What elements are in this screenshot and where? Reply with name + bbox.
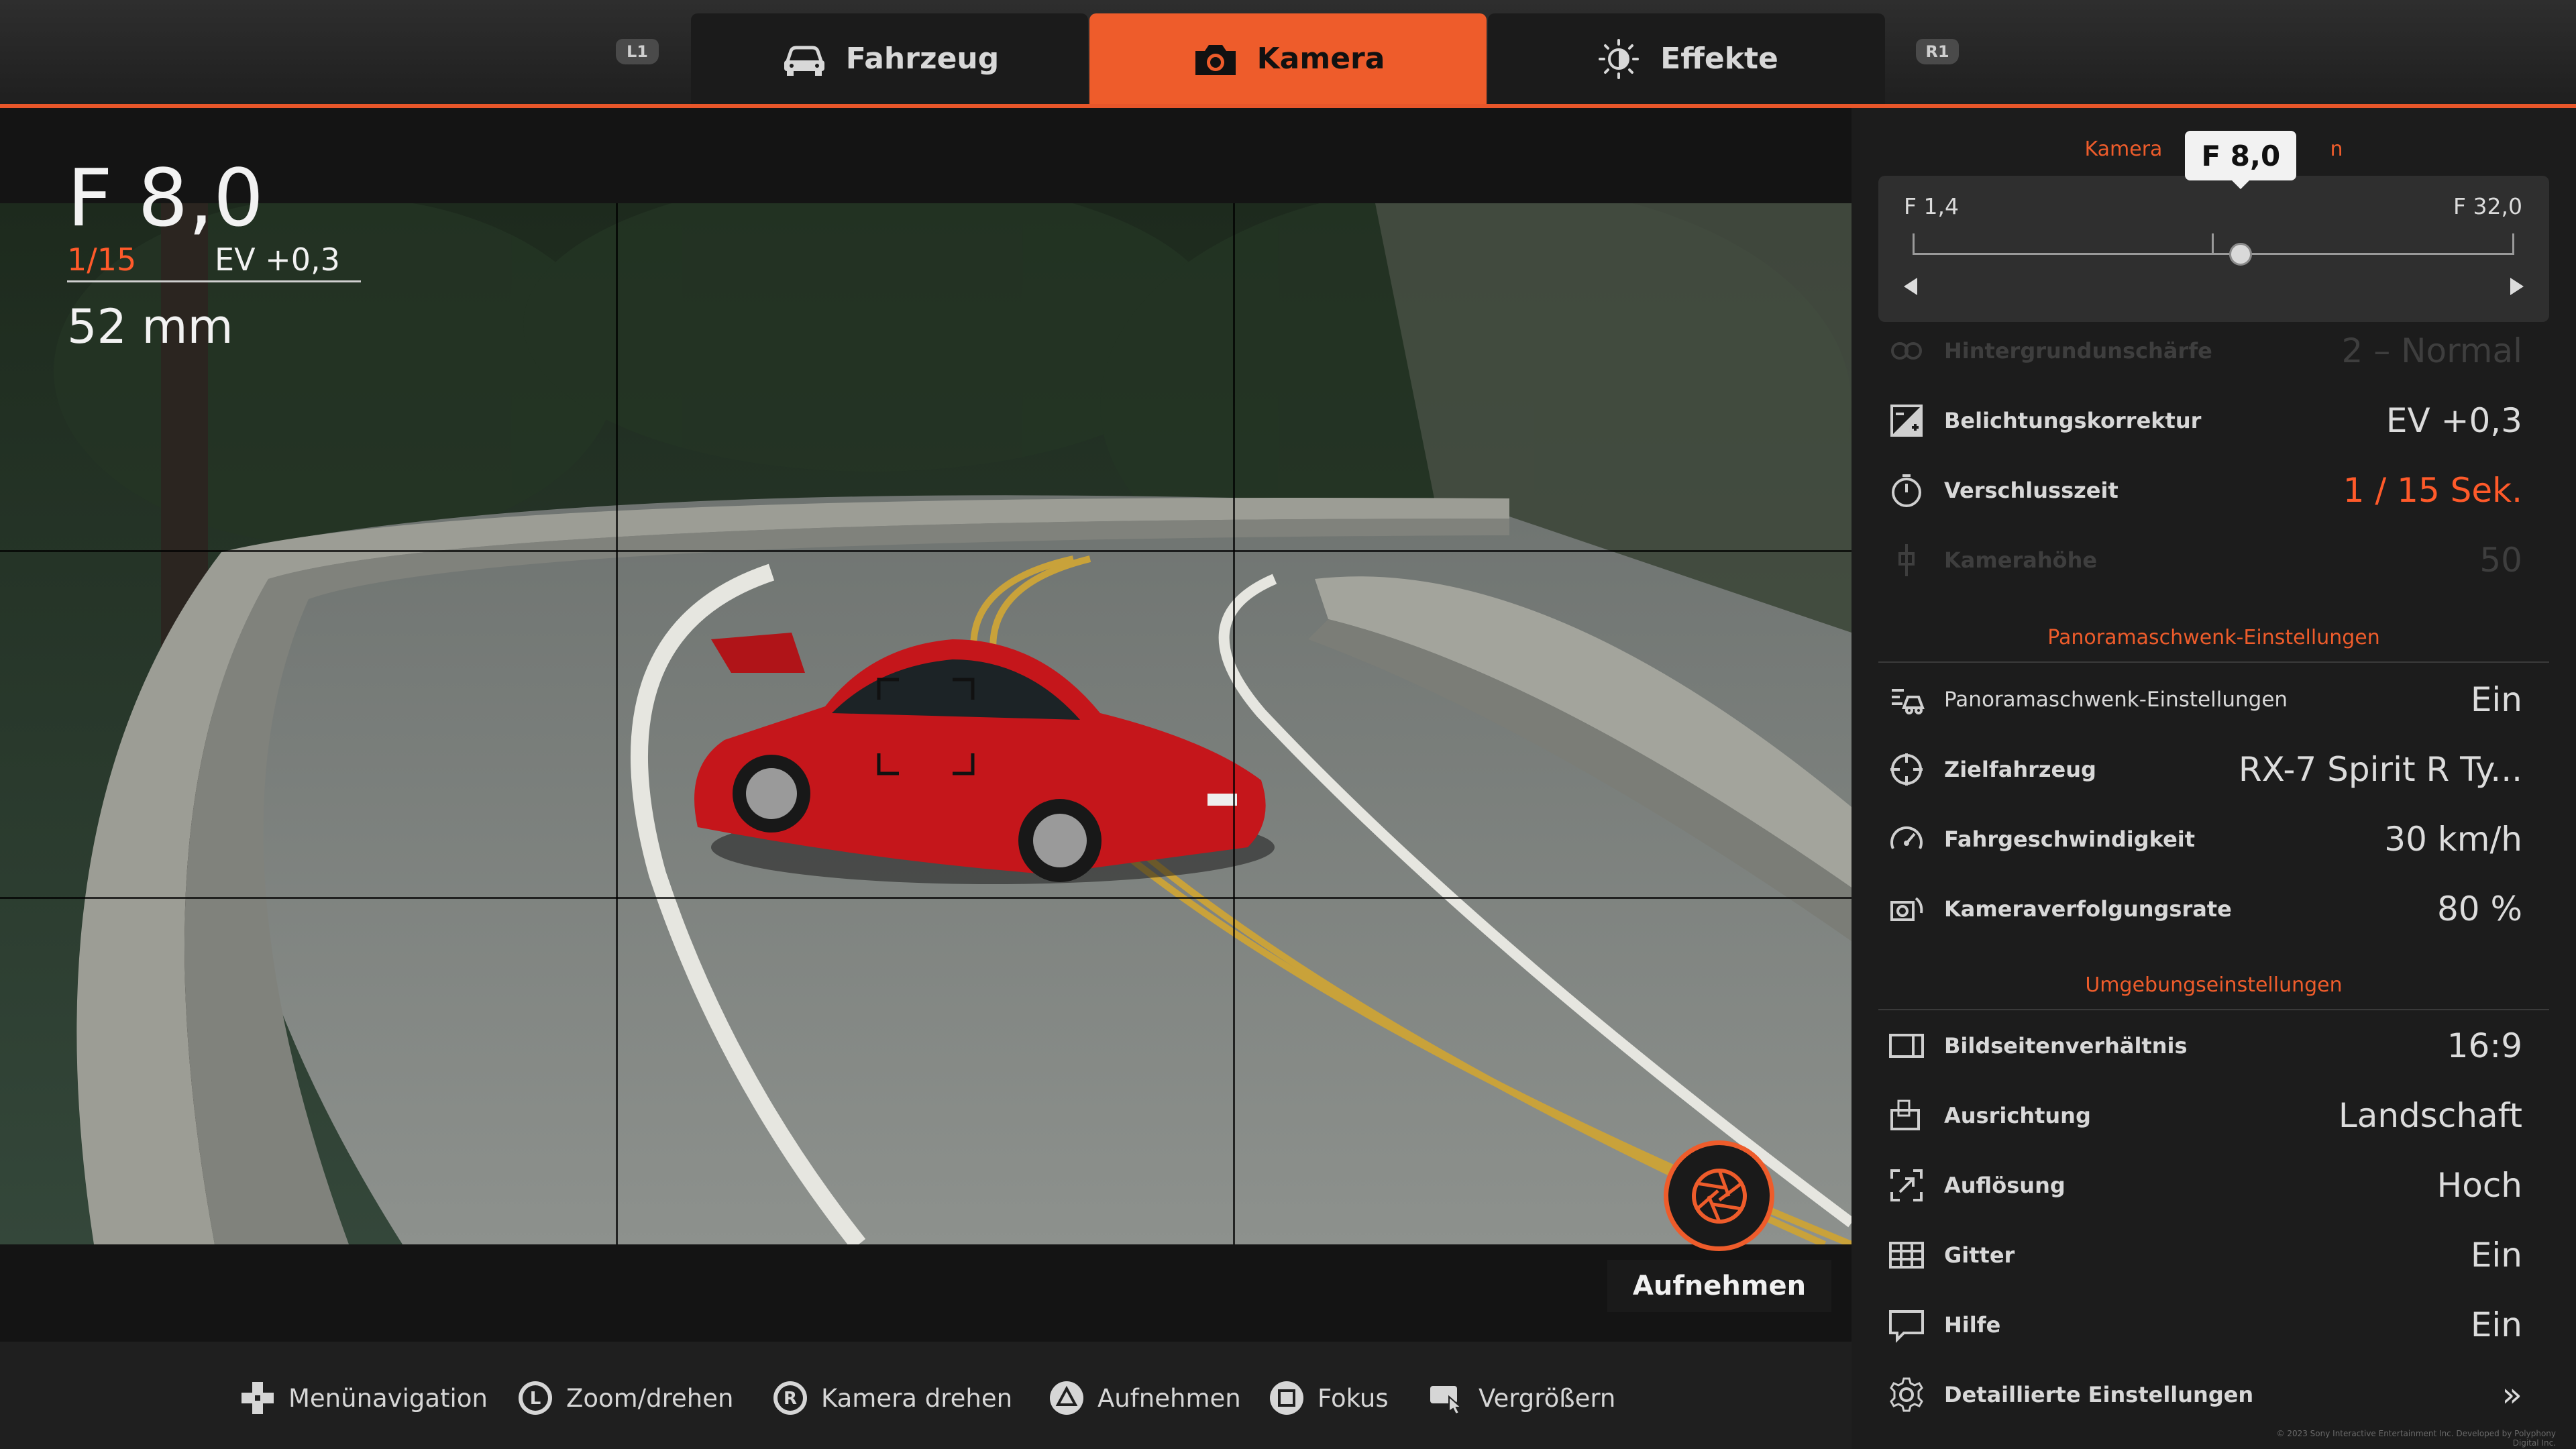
hint-capture: Aufnehmen <box>1048 1378 1241 1418</box>
hint-label: Fokus <box>1318 1383 1389 1413</box>
grid-line <box>0 897 1851 899</box>
square-button-icon <box>1270 1381 1303 1415</box>
tooltip-pointer <box>2231 180 2251 189</box>
row-camera-height: Kamerahöhe 50 <box>1878 530 2522 590</box>
camera-icon <box>1195 44 1236 75</box>
slider-min-label: F 1,4 <box>1904 193 1959 219</box>
environment-section-title: Umgebungseinstellungen <box>2085 973 2343 997</box>
row-panning-settings[interactable]: Panoramaschwenk-Einstellungen Ein <box>1878 669 2522 730</box>
hint-focus: Fokus <box>1268 1378 1389 1418</box>
row-orientation[interactable]: Ausrichtung Landschaft <box>1878 1085 2522 1146</box>
dpad-icon <box>241 1382 274 1414</box>
grid-line <box>0 550 1851 552</box>
svg-text:R: R <box>784 1389 797 1409</box>
tab-label: Fahrzeug <box>845 42 1000 76</box>
svg-text:L: L <box>530 1389 541 1409</box>
tab-label: Kamera <box>1256 42 1385 76</box>
ev-readout: EV +0,3 <box>215 241 340 278</box>
right-stick-icon: R <box>773 1381 807 1415</box>
slider-max-label: F 32,0 <box>2453 193 2522 219</box>
aperture-icon <box>1691 1168 1747 1224</box>
aspect-ratio-icon <box>1889 1034 1924 1058</box>
tab-effekte[interactable]: Effekte <box>1488 13 1885 104</box>
grid-line <box>616 203 618 1244</box>
hint-label: Menünavigation <box>288 1383 488 1413</box>
photo-preview[interactable] <box>0 203 1851 1244</box>
shutter-button-label[interactable]: Aufnehmen <box>1607 1260 1831 1312</box>
exposure-readout: 1/15 EV +0,3 <box>67 240 361 282</box>
touchpad-icon <box>1430 1386 1463 1415</box>
sun-icon <box>1599 38 1640 79</box>
slider-tick <box>2212 233 2214 255</box>
orientation-icon <box>1890 1099 1920 1130</box>
aperture-readout: F 8,0 <box>67 152 264 244</box>
hint-menu-navigation: Menünavigation <box>239 1378 488 1418</box>
row-resolution[interactable]: Auflösung Hoch <box>1878 1155 2522 1216</box>
row-driving-speed[interactable]: Fahrgeschwindigkeit 30 km/h <box>1878 809 2522 869</box>
triangle-button-icon <box>1050 1381 1083 1415</box>
section-divider <box>1878 661 2549 663</box>
bokeh-icon <box>1891 342 1922 360</box>
car-icon <box>784 46 824 76</box>
hint-label: Aufnehmen <box>1097 1383 1241 1413</box>
tracking-icon <box>1890 897 1923 921</box>
shutter-readout: 1/15 <box>67 241 137 278</box>
row-background-blur: Hintergrundunschärfe 2 – Normal <box>1878 321 2522 381</box>
tab-fahrzeug[interactable]: Fahrzeug <box>691 13 1088 104</box>
aperture-slider[interactable] <box>1878 176 2549 322</box>
slider-value-tooltip: F 8,0 <box>2185 131 2297 180</box>
hint-zoom-rotate: L Zoom/drehen <box>517 1378 733 1418</box>
row-exposure-compensation[interactable]: Belichtungskorrektur EV +0,3 <box>1878 390 2522 451</box>
left-stick-icon: L <box>519 1381 552 1415</box>
target-icon <box>1890 753 1923 786</box>
hint-enlarge: Vergrößern <box>1429 1378 1615 1418</box>
row-grid[interactable]: Gitter Ein <box>1878 1225 2522 1285</box>
hint-rotate-camera: R Kamera drehen <box>771 1378 1012 1418</box>
camera-height-icon <box>1898 544 1915 576</box>
panning-section-title: Panoramaschwenk-Einstellungen <box>2047 626 2380 649</box>
gear-icon <box>1890 1377 1923 1412</box>
copyright-notice: © 2023 Sony Interactive Entertainment In… <box>2276 1429 2556 1448</box>
arrow-right-icon[interactable] <box>2510 278 2524 295</box>
hint-label: Kamera drehen <box>821 1383 1013 1413</box>
resolution-icon <box>1890 1169 1923 1201</box>
hint-label: Zoom/drehen <box>566 1383 734 1413</box>
slider-tick <box>2512 233 2514 255</box>
exposure-icon <box>1890 405 1923 437</box>
grid-icon <box>1889 1242 1924 1269</box>
row-detailed-settings[interactable]: Detaillierte Einstellungen » <box>1878 1364 2522 1425</box>
help-icon <box>1889 1310 1924 1343</box>
shutter-button[interactable] <box>1664 1140 1774 1251</box>
tab-label: Effekte <box>1660 42 1778 76</box>
scene-illustration <box>0 203 1851 1244</box>
grid-line <box>1233 203 1235 1244</box>
hint-label: Vergrößern <box>1479 1383 1616 1413</box>
row-aspect-ratio[interactable]: Bildseitenverhältnis 16:9 <box>1878 1016 2522 1076</box>
panning-icon <box>1892 689 1925 714</box>
timer-icon <box>1892 474 1921 507</box>
tab-kamera[interactable]: Kamera <box>1089 13 1487 104</box>
row-camera-tracking-rate[interactable]: Kameraverfolgungsrate 80 % <box>1878 879 2522 939</box>
row-shutter-speed[interactable]: Verschlusszeit 1 / 15 Sek. <box>1878 460 2522 521</box>
l1-button-icon[interactable]: L1 <box>616 39 659 64</box>
row-target-vehicle[interactable]: Zielfahrzeug RX-7 Spirit R Ty... <box>1878 739 2522 800</box>
arrow-left-icon[interactable] <box>1904 278 1917 295</box>
section-divider <box>1878 1009 2549 1010</box>
chevron-right-icon: » <box>2502 1375 2522 1414</box>
row-help[interactable]: Hilfe Ein <box>1878 1295 2522 1355</box>
r1-button-icon[interactable]: R1 <box>1916 39 1959 64</box>
speedometer-icon <box>1890 826 1923 849</box>
focal-length-readout: 52 mm <box>67 299 233 354</box>
slider-tick <box>1913 233 1915 255</box>
slider-track[interactable] <box>1913 253 2514 255</box>
